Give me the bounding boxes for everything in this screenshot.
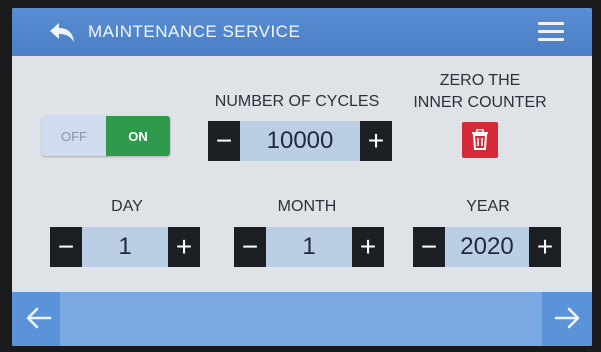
year-decrement-button[interactable]: − xyxy=(413,227,445,267)
zero-counter-label: ZERO THE INNER COUNTER xyxy=(400,70,560,114)
year-increment-button[interactable]: + xyxy=(529,227,561,267)
day-decrement-button[interactable]: − xyxy=(50,227,82,267)
month-increment-button[interactable]: + xyxy=(352,227,384,267)
footer-bar xyxy=(12,292,592,346)
arrow-left-icon[interactable] xyxy=(24,306,54,330)
month-label: MONTH xyxy=(277,198,337,215)
zero-counter-label-line1: ZERO THE xyxy=(439,72,521,89)
zero-counter-label-line2: INNER COUNTER xyxy=(413,94,547,111)
month-value[interactable]: 1 xyxy=(266,227,352,267)
cycles-decrement-button[interactable]: − xyxy=(208,121,240,161)
day-label: DAY xyxy=(111,198,143,215)
hamburger-menu-icon[interactable] xyxy=(538,22,564,42)
toggle-on-option[interactable]: ON xyxy=(106,116,170,156)
arrow-right-icon[interactable] xyxy=(552,306,582,330)
day-value[interactable]: 1 xyxy=(82,227,168,267)
day-increment-button[interactable]: + xyxy=(168,227,200,267)
toggle-off-option[interactable]: OFF xyxy=(42,116,106,156)
month-stepper: − 1 + xyxy=(234,227,384,267)
cycles-label: NUMBER OF CYCLES xyxy=(214,93,380,110)
cycles-value[interactable]: 10000 xyxy=(240,121,360,161)
zero-counter-button[interactable] xyxy=(462,122,498,158)
on-off-toggle[interactable]: OFF ON xyxy=(42,116,170,156)
year-value[interactable]: 2020 xyxy=(445,227,529,267)
trash-icon xyxy=(472,129,488,150)
year-label: YEAR xyxy=(466,198,510,215)
back-arrow-icon[interactable] xyxy=(48,22,76,44)
screen: MAINTENANCE SERVICE OFF ON NUMBER OF CYC… xyxy=(12,8,592,346)
day-stepper: − 1 + xyxy=(50,227,200,267)
cycles-increment-button[interactable]: + xyxy=(360,121,392,161)
footer-center-panel xyxy=(60,292,542,346)
cycles-stepper: − 10000 + xyxy=(208,121,392,161)
month-decrement-button[interactable]: − xyxy=(234,227,266,267)
year-stepper: − 2020 + xyxy=(413,227,561,267)
header-bar: MAINTENANCE SERVICE xyxy=(12,8,592,56)
page-title: MAINTENANCE SERVICE xyxy=(88,22,301,41)
